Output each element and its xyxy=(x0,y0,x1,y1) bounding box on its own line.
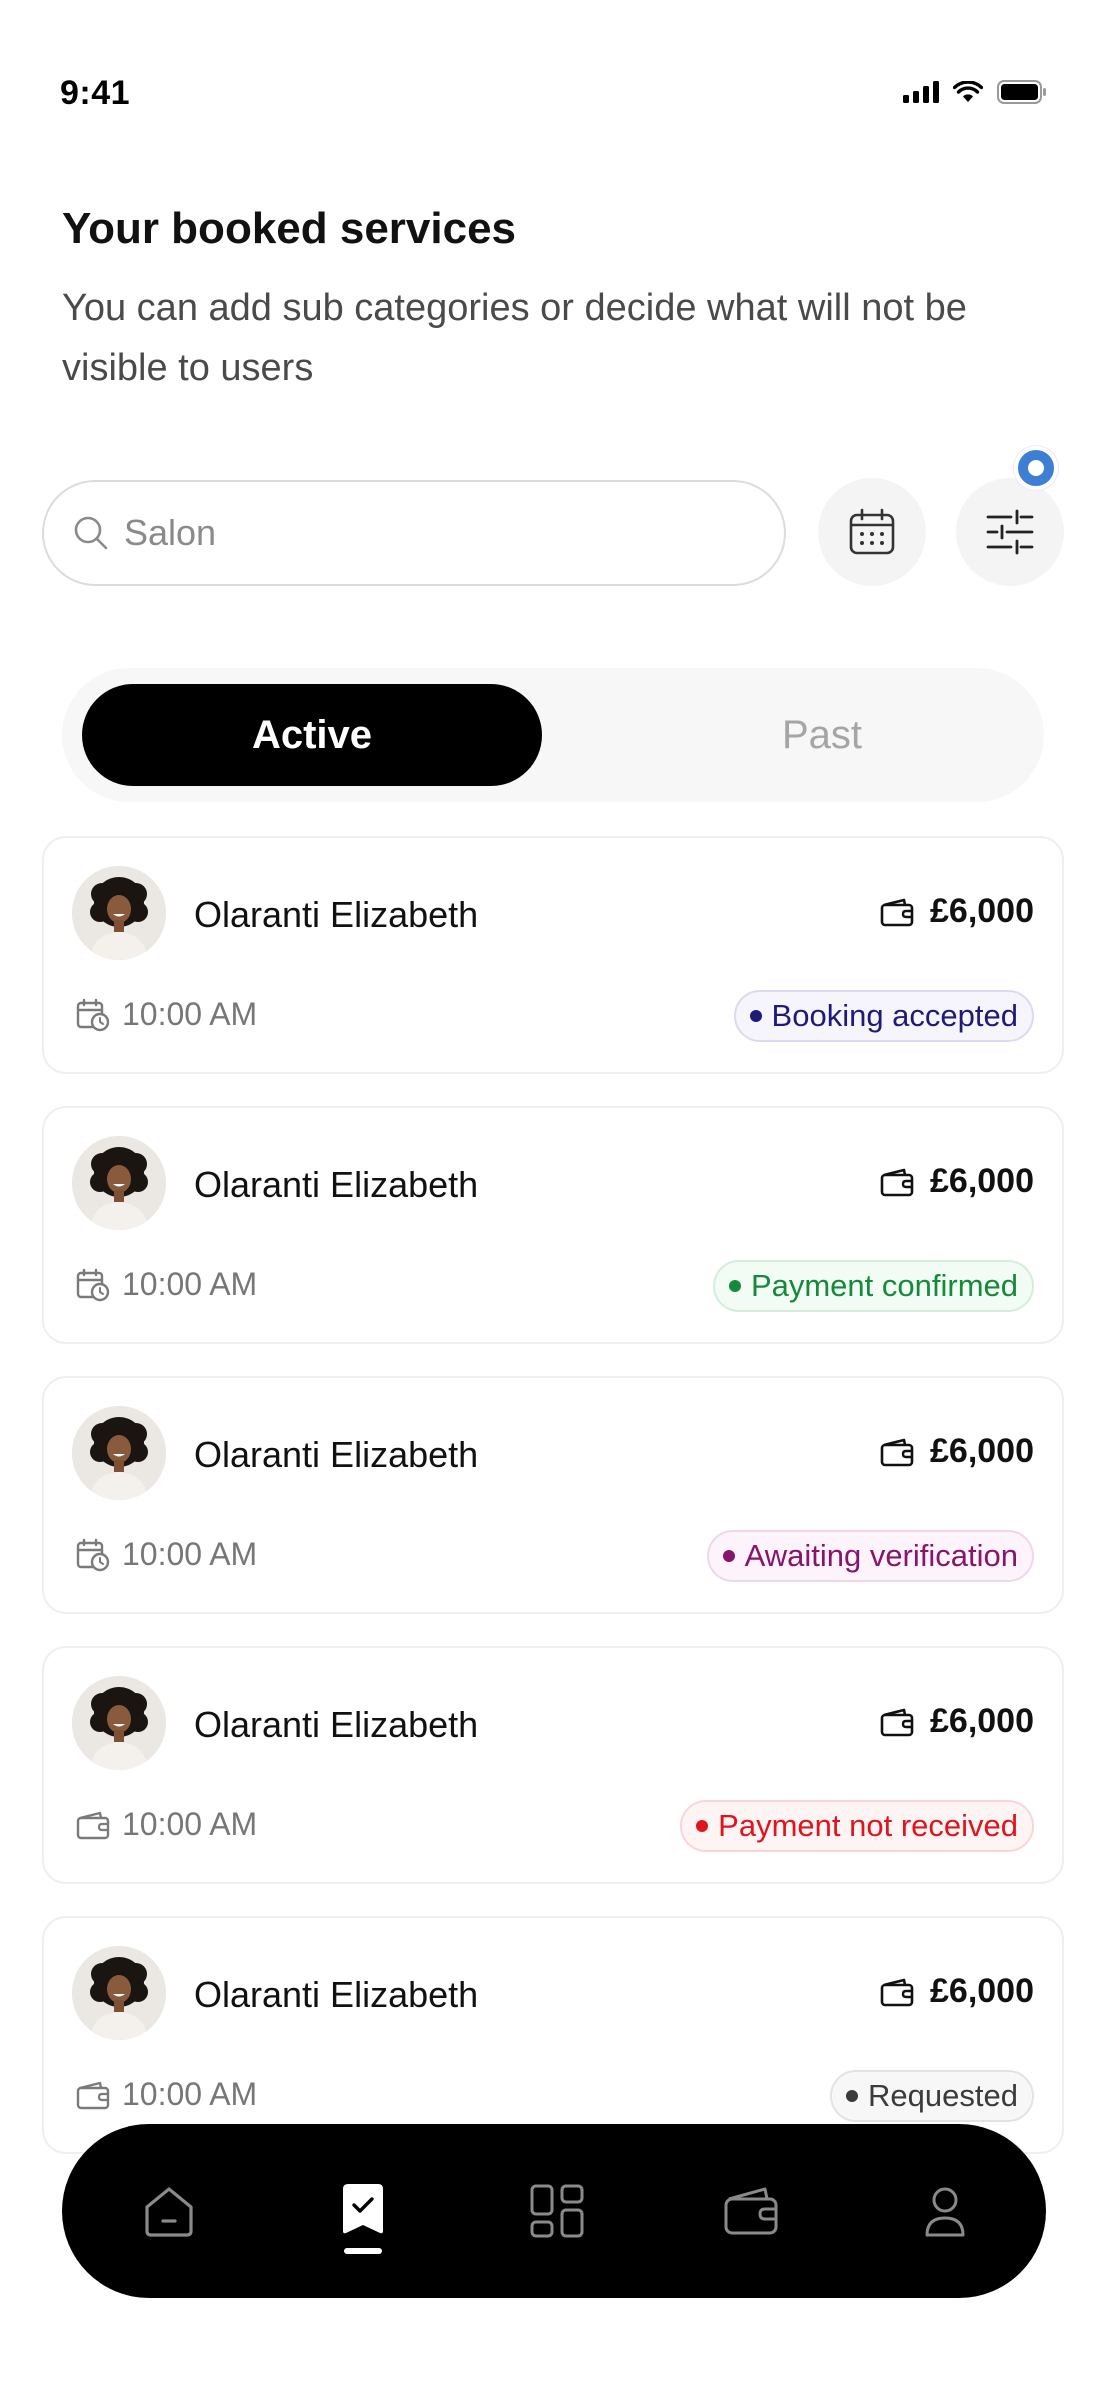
avatar xyxy=(72,1676,166,1770)
status-badge: Payment not received xyxy=(680,1800,1034,1852)
status-dot xyxy=(749,1010,762,1022)
price-amount: £6,000 xyxy=(930,1972,1034,2010)
status-label: Booking accepted xyxy=(771,998,1018,1033)
filter-button[interactable] xyxy=(956,478,1064,586)
status-badge: Awaiting verification xyxy=(706,1530,1034,1582)
tab-past[interactable]: Past xyxy=(622,684,1022,786)
status-icons xyxy=(903,80,1047,104)
booking-time: 10:00 AM xyxy=(76,1536,257,1573)
booking-time-text: 10:00 AM xyxy=(122,1806,258,1842)
status-bar: 9:41 xyxy=(0,0,1107,140)
price: £6,000 xyxy=(880,1162,1034,1201)
calendar-icon xyxy=(849,508,895,555)
calendar-clock-icon xyxy=(76,1268,110,1301)
nav-categories[interactable] xyxy=(502,2124,612,2298)
status-badge: Requested xyxy=(830,2070,1034,2122)
search-icon xyxy=(74,516,108,550)
status-badge: Booking accepted xyxy=(733,990,1034,1042)
wallet-icon xyxy=(76,2081,110,2109)
booking-time-text: 10:00 AM xyxy=(122,1536,258,1572)
status-label: Payment not received xyxy=(718,1808,1018,1843)
wallet-icon xyxy=(880,1168,914,1196)
battery-icon xyxy=(997,80,1046,104)
price: £6,000 xyxy=(880,892,1034,931)
search-bar[interactable] xyxy=(42,480,786,586)
nav-profile[interactable] xyxy=(890,2124,1000,2298)
price-amount: £6,000 xyxy=(930,1432,1034,1470)
home-icon xyxy=(145,2187,193,2237)
wifi-icon xyxy=(953,81,983,102)
price: £6,000 xyxy=(880,1432,1034,1471)
booking-card[interactable]: Olaranti Elizabeth £6,000 10:00 AM Payment … xyxy=(42,1106,1064,1344)
grid-icon xyxy=(530,2184,584,2238)
booking-time-text: 10:00 AM xyxy=(122,1266,258,1302)
status-dot xyxy=(846,2090,859,2102)
status-dot xyxy=(728,1280,741,1292)
provider-name: Olaranti Elizabeth xyxy=(194,1434,479,1475)
provider-name: Olaranti Elizabeth xyxy=(194,894,479,935)
booking-time: 10:00 AM xyxy=(76,1806,257,1843)
calendar-clock-icon xyxy=(76,1538,110,1571)
nav-active-indicator xyxy=(344,2248,382,2254)
wallet-icon xyxy=(724,2187,778,2235)
calendar-clock-icon xyxy=(76,998,110,1031)
booking-time-text: 10:00 AM xyxy=(122,996,258,1032)
nav-home[interactable] xyxy=(114,2124,224,2298)
bookings-icon xyxy=(343,2184,383,2234)
filter-notification-dot xyxy=(1014,446,1058,490)
status-dot xyxy=(722,1550,735,1562)
booking-time: 10:00 AM xyxy=(76,996,257,1033)
bottom-nav xyxy=(62,2124,1046,2298)
wallet-icon xyxy=(880,1978,914,2006)
wallet-icon xyxy=(880,1438,914,1466)
booking-time: 10:00 AM xyxy=(76,2076,257,2113)
page-subtitle: You can add sub categories or decide wha… xyxy=(62,287,967,389)
price: £6,000 xyxy=(880,1972,1034,2011)
price-amount: £6,000 xyxy=(930,1162,1034,1200)
status-label: Payment confirmed xyxy=(750,1268,1018,1303)
nav-wallet[interactable] xyxy=(696,2124,806,2298)
status-label: Requested xyxy=(868,2078,1018,2113)
booking-tabs: Active Past xyxy=(62,668,1044,802)
provider-name: Olaranti Elizabeth xyxy=(194,1704,479,1745)
cellular-signal-icon xyxy=(903,81,939,103)
profile-icon xyxy=(925,2187,965,2237)
status-label: Awaiting verification xyxy=(744,1538,1018,1573)
booking-card[interactable]: Olaranti Elizabeth £6,000 10:00 AM Requeste… xyxy=(42,1916,1064,2154)
booking-time: 10:00 AM xyxy=(76,1266,257,1303)
avatar xyxy=(72,866,166,960)
nav-bookings[interactable] xyxy=(308,2124,418,2298)
provider-name: Olaranti Elizabeth xyxy=(194,1974,479,2015)
wallet-icon xyxy=(76,1811,110,1839)
tab-active[interactable]: Active xyxy=(82,684,542,786)
avatar xyxy=(72,1136,166,1230)
wallet-icon xyxy=(880,898,914,926)
calendar-button[interactable] xyxy=(818,478,926,586)
booking-card[interactable]: Olaranti Elizabeth £6,000 10:00 AM Payment … xyxy=(42,1646,1064,1884)
price: £6,000 xyxy=(880,1702,1034,1741)
avatar xyxy=(72,1946,166,2040)
page-title: Your booked services xyxy=(62,204,517,253)
status-dot xyxy=(696,1820,709,1832)
provider-name: Olaranti Elizabeth xyxy=(194,1164,479,1205)
status-badge: Payment confirmed xyxy=(712,1260,1034,1312)
search-input[interactable] xyxy=(124,512,724,554)
price-amount: £6,000 xyxy=(930,892,1034,930)
booking-card[interactable]: Olaranti Elizabeth £6,000 10:00 AM Booking … xyxy=(42,836,1064,1074)
booking-time-text: 10:00 AM xyxy=(122,2076,258,2112)
status-time: 9:41 xyxy=(60,74,131,112)
booking-card[interactable]: Olaranti Elizabeth £6,000 10:00 AM Awaiting… xyxy=(42,1376,1064,1614)
avatar xyxy=(72,1406,166,1500)
wallet-icon xyxy=(880,1708,914,1736)
price-amount: £6,000 xyxy=(930,1702,1034,1740)
filter-sliders-icon xyxy=(986,509,1034,555)
